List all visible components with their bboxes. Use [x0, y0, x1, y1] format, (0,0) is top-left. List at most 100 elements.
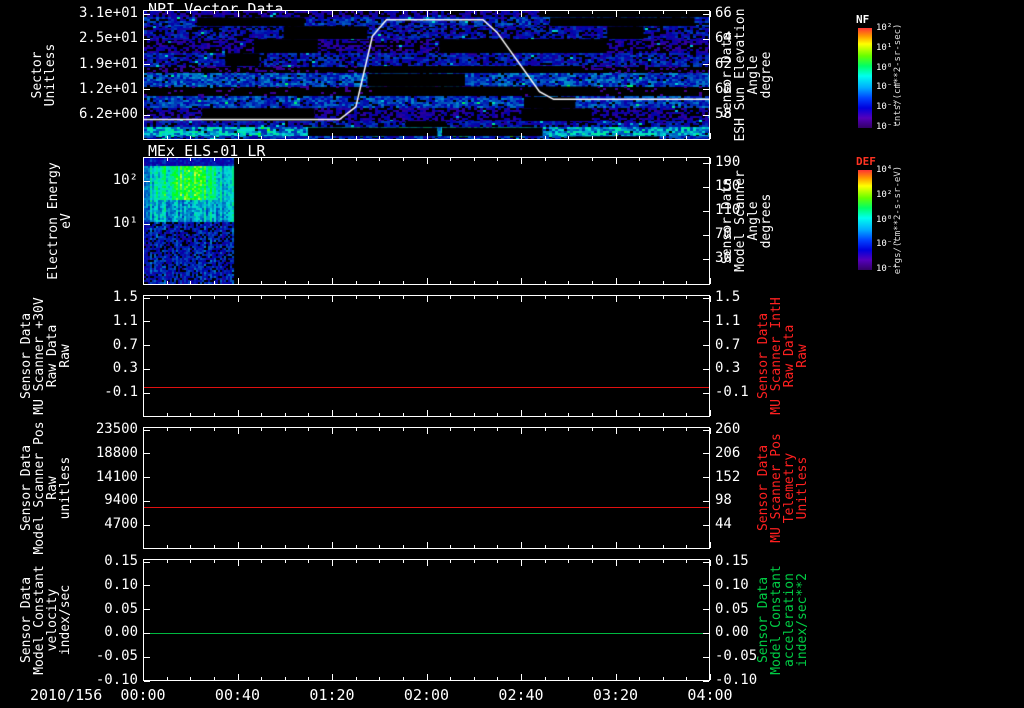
tick-mark: [474, 136, 475, 139]
tick-mark: [686, 677, 687, 680]
tick-mark: [285, 136, 286, 139]
tick-mark: [568, 545, 569, 548]
npi-spectrogram-panel: [143, 10, 710, 140]
tick-mark: [403, 428, 404, 431]
tick-mark: [427, 542, 428, 548]
tick-mark: [285, 281, 286, 284]
tick-mark: [332, 158, 333, 164]
tick-mark: [450, 158, 451, 161]
tick-mark: [474, 677, 475, 680]
tick-mark: [663, 11, 664, 14]
tick-mark: [403, 413, 404, 416]
tick-mark: [521, 674, 522, 680]
tick-mark: [639, 136, 640, 139]
tick-mark: [167, 281, 168, 284]
tick-mark: [521, 278, 522, 284]
tick-mark: [521, 410, 522, 416]
tick-mark: [214, 11, 215, 14]
tick-mark: [497, 281, 498, 284]
tick-mark: [474, 158, 475, 161]
tick-mark: [308, 11, 309, 14]
tick-mark: [710, 278, 711, 284]
tick-mark: [427, 133, 428, 139]
tick-mark: [545, 158, 546, 161]
tick-mark: [143, 410, 144, 416]
model-constant-panel: [143, 559, 710, 681]
tick-mark: [379, 560, 380, 563]
tick-mark: [285, 11, 286, 14]
tick-mark: [261, 560, 262, 563]
tick-mark: [379, 545, 380, 548]
tick-mark: [686, 281, 687, 284]
tick-mark: [332, 410, 333, 416]
tick-mark: [497, 677, 498, 680]
y-tick-label: 0.15: [104, 555, 138, 568]
y-tick-label: 0.00: [715, 626, 749, 639]
y-tick-label: -0.1: [715, 386, 749, 399]
tick-mark: [427, 278, 428, 284]
y-tick-label: 260: [715, 423, 740, 436]
tick-mark: [592, 560, 593, 563]
tick-mark: [285, 545, 286, 548]
tick-mark: [474, 11, 475, 14]
tick-mark: [686, 560, 687, 563]
y-tick-label: -0.05: [715, 650, 757, 663]
tick-mark: [379, 296, 380, 299]
tick-mark: [703, 525, 709, 526]
npi-left-axis-label: Sector Unitless: [30, 0, 58, 155]
tick-mark: [703, 609, 709, 610]
y-tick-label: -0.1: [104, 386, 138, 399]
tick-mark: [568, 158, 569, 161]
axis-label-line: index/sec**2: [796, 540, 809, 700]
axis-label-line: Unitless: [44, 0, 57, 155]
tick-mark: [190, 11, 191, 14]
tick-mark: [144, 477, 150, 478]
tick-mark: [356, 11, 357, 14]
tick-mark: [663, 296, 664, 299]
tick-mark: [144, 369, 150, 370]
nf-colorbar-units: cnts/(cm**2-sr-sec): [893, 5, 903, 145]
tick-mark: [144, 89, 150, 90]
tick-mark: [639, 413, 640, 416]
plot-screen: NPI Vector Data MEx ELS-01 LR 3.1e+01 2.5…: [0, 0, 1024, 708]
tick-mark: [143, 133, 144, 139]
tick-mark: [663, 545, 664, 548]
tick-mark: [214, 428, 215, 431]
tick-mark: [616, 560, 617, 566]
tick-mark: [190, 428, 191, 431]
y-tick-label: 1.1: [113, 315, 138, 328]
tick-mark: [686, 296, 687, 299]
tick-mark: [474, 560, 475, 563]
tick-mark: [616, 158, 617, 164]
tick-mark: [238, 158, 239, 164]
tick-mark: [545, 545, 546, 548]
tick-mark: [497, 11, 498, 14]
tick-mark: [379, 136, 380, 139]
tick-mark: [144, 321, 150, 322]
tick-mark: [710, 428, 711, 434]
tick-mark: [332, 296, 333, 302]
tick-mark: [639, 545, 640, 548]
tick-mark: [568, 428, 569, 431]
scanner-pos-panel: [143, 427, 710, 549]
tick-mark: [308, 428, 309, 431]
tick-mark: [356, 136, 357, 139]
tick-mark: [568, 281, 569, 284]
tick-mark: [308, 560, 309, 563]
tick-mark: [308, 677, 309, 680]
y-tick-label: 18800: [96, 447, 138, 460]
tick-mark: [703, 39, 709, 40]
tick-mark: [144, 609, 150, 610]
tick-mark: [356, 413, 357, 416]
tick-mark: [379, 413, 380, 416]
vel-left-axis-label: Sensor Data Model Constant velocity index/s…: [20, 540, 72, 700]
tick-mark: [332, 133, 333, 139]
tick-mark: [190, 413, 191, 416]
tick-mark: [686, 158, 687, 161]
y-tick-label: 0.10: [104, 579, 138, 592]
tick-mark: [356, 560, 357, 563]
tick-mark: [710, 296, 711, 302]
tick-mark: [703, 585, 709, 586]
axis-label-line: index/sec: [59, 540, 72, 700]
def-colorbar: [858, 170, 872, 270]
